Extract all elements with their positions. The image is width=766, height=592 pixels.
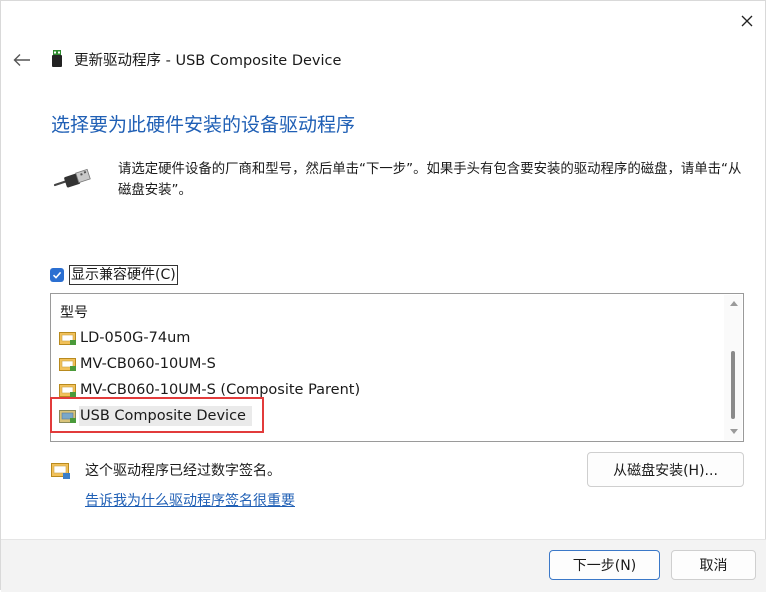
list-item-label: LD-050G-74um [80, 330, 191, 346]
show-compatible-hardware-checkbox[interactable]: 显示兼容硬件(C) [50, 265, 178, 285]
list-header: 型号 [60, 305, 88, 321]
list-item[interactable]: MV-CB060-10UM-S [55, 351, 719, 377]
device-icon [52, 50, 62, 67]
window-title: 更新驱动程序 - USB Composite Device [74, 53, 342, 69]
back-button[interactable] [11, 50, 33, 70]
list-item-selected[interactable]: USB Composite Device [55, 403, 719, 429]
page-heading: 选择要为此硬件安装的设备驱动程序 [51, 114, 356, 136]
driver-icon [59, 331, 76, 345]
checkbox-checked-icon[interactable] [50, 268, 64, 282]
list-item-label: MV-CB060-10UM-S (Composite Parent) [80, 382, 361, 398]
have-disk-button[interactable]: 从磁盘安装(H)... [587, 452, 744, 487]
driver-icon [59, 383, 76, 397]
signature-status-text: 这个驱动程序已经过数字签名。 [85, 463, 281, 479]
back-arrow-icon [13, 54, 30, 66]
checkbox-label: 显示兼容硬件(C) [69, 265, 178, 285]
usb-plug-icon [53, 168, 91, 188]
scrollbar-thumb[interactable] [731, 351, 735, 419]
close-button[interactable] [733, 8, 761, 34]
close-icon [741, 15, 753, 27]
scroll-down-arrow-icon[interactable] [730, 429, 738, 434]
instructions-text: 请选定硬件设备的厂商和型号，然后单击“下一步”。如果手头有包含要安装的驱动程序的… [118, 162, 742, 198]
cancel-button[interactable]: 取消 [671, 550, 756, 580]
next-button[interactable]: 下一步(N) [549, 550, 660, 580]
driver-icon [59, 357, 76, 371]
list-item[interactable]: MV-CB060-10UM-S (Composite Parent) [55, 377, 719, 403]
list-scrollbar[interactable] [724, 295, 742, 440]
update-driver-dialog: 更新驱动程序 - USB Composite Device 选择要为此硬件安装的… [0, 0, 766, 592]
list-item-label: USB Composite Device [79, 406, 252, 426]
driver-icon [59, 409, 76, 423]
list-item[interactable]: LD-050G-74um [55, 325, 719, 351]
list-item-label: MV-CB060-10UM-S [80, 356, 216, 372]
signed-driver-icon [51, 463, 70, 479]
signature-info-link[interactable]: 告诉我为什么驱动程序签名很重要 [85, 490, 295, 510]
model-list[interactable]: 型号 LD-050G-74um MV-CB060-10UM-S MV-CB060… [50, 293, 744, 442]
scroll-up-arrow-icon[interactable] [730, 301, 738, 306]
